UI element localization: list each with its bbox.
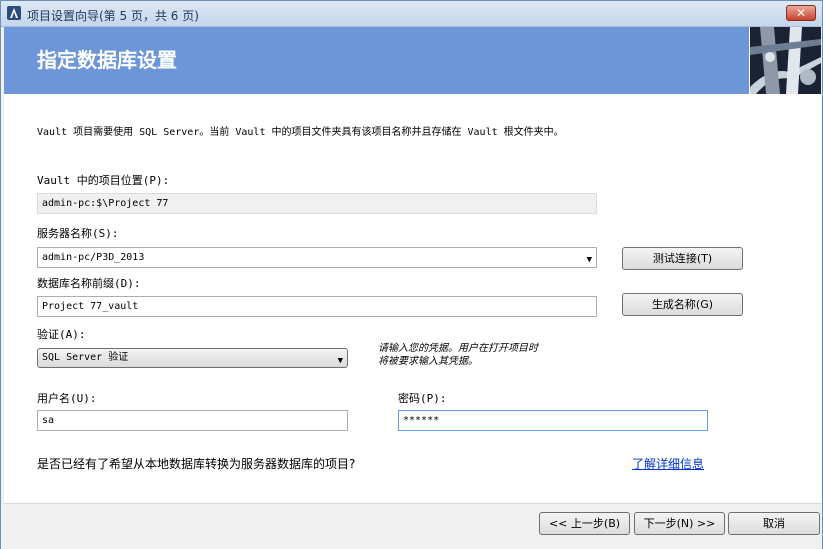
plant-pipes-image <box>750 27 821 94</box>
username-label: 用户名(U): <box>37 392 97 405</box>
title-bar: 项目设置向导(第 5 页，共 6 页) ✕ <box>1 1 822 27</box>
header-banner: 指定数据库设置 <box>4 27 821 94</box>
username-value: sa <box>42 415 55 426</box>
server-value: admin-pc/P3D_2013 <box>42 252 145 263</box>
generate-name-button[interactable]: 生成名称(G) <box>622 293 743 316</box>
location-field: admin-pc:$\Project 77 <box>37 193 597 214</box>
convert-question: 是否已经有了希望从本地数据库转换为服务器数据库的项目? <box>37 457 356 471</box>
page-title: 指定数据库设置 <box>37 48 177 72</box>
db-prefix-value: Project 77_vault <box>42 301 139 312</box>
learn-more-link[interactable]: 了解详细信息 <box>632 455 704 472</box>
next-button[interactable]: 下一步(N) >> <box>634 512 725 535</box>
description-text: Vault 项目需要使用 SQL Server。当前 Vault 中的项目文件夹… <box>37 127 564 138</box>
location-value: admin-pc:$\Project 77 <box>42 198 169 209</box>
test-connection-button[interactable]: 测试连接(T) <box>622 247 743 270</box>
back-button[interactable]: << 上一步(B) <box>539 512 630 535</box>
auth-dropdown[interactable]: SQL Server 验证 ▼ <box>37 348 348 368</box>
auth-label: 验证(A): <box>37 328 86 341</box>
banner-background: 指定数据库设置 <box>4 27 749 94</box>
password-input[interactable]: ****** <box>398 410 708 431</box>
chevron-down-icon[interactable]: ▼ <box>587 251 592 270</box>
password-label: 密码(P): <box>398 392 447 405</box>
location-label: Vault 中的项目位置(P): <box>37 174 170 187</box>
auth-hint: 请输入您的凭据。用户在打开项目时 将被要求输入其凭据。 <box>378 342 538 368</box>
close-button[interactable]: ✕ <box>786 5 816 21</box>
db-prefix-label: 数据库名称前缀(D): <box>37 277 141 290</box>
db-prefix-input[interactable]: Project 77_vault <box>37 296 597 317</box>
auth-hint-line1: 请输入您的凭据。用户在打开项目时 <box>378 343 538 354</box>
wizard-window: 项目设置向导(第 5 页，共 6 页) ✕ 指定数据库设置 Vault 项目需要… <box>0 0 823 549</box>
cancel-button[interactable]: 取消 <box>728 512 820 535</box>
wizard-footer: << 上一步(B) 下一步(N) >> 取消 <box>1 505 822 549</box>
autodesk-logo-icon <box>7 6 21 20</box>
wizard-content: Vault 项目需要使用 SQL Server。当前 Vault 中的项目文件夹… <box>4 94 821 504</box>
server-dropdown[interactable]: admin-pc/P3D_2013 ▼ <box>37 247 597 268</box>
chevron-down-icon[interactable]: ▼ <box>338 352 343 370</box>
username-input[interactable]: sa <box>37 410 348 431</box>
auth-value: SQL Server 验证 <box>42 352 129 363</box>
window-title: 项目设置向导(第 5 页，共 6 页) <box>27 9 199 23</box>
password-value: ****** <box>403 415 440 426</box>
server-label: 服务器名称(S): <box>37 227 119 240</box>
auth-hint-line2: 将被要求输入其凭据。 <box>378 356 478 367</box>
